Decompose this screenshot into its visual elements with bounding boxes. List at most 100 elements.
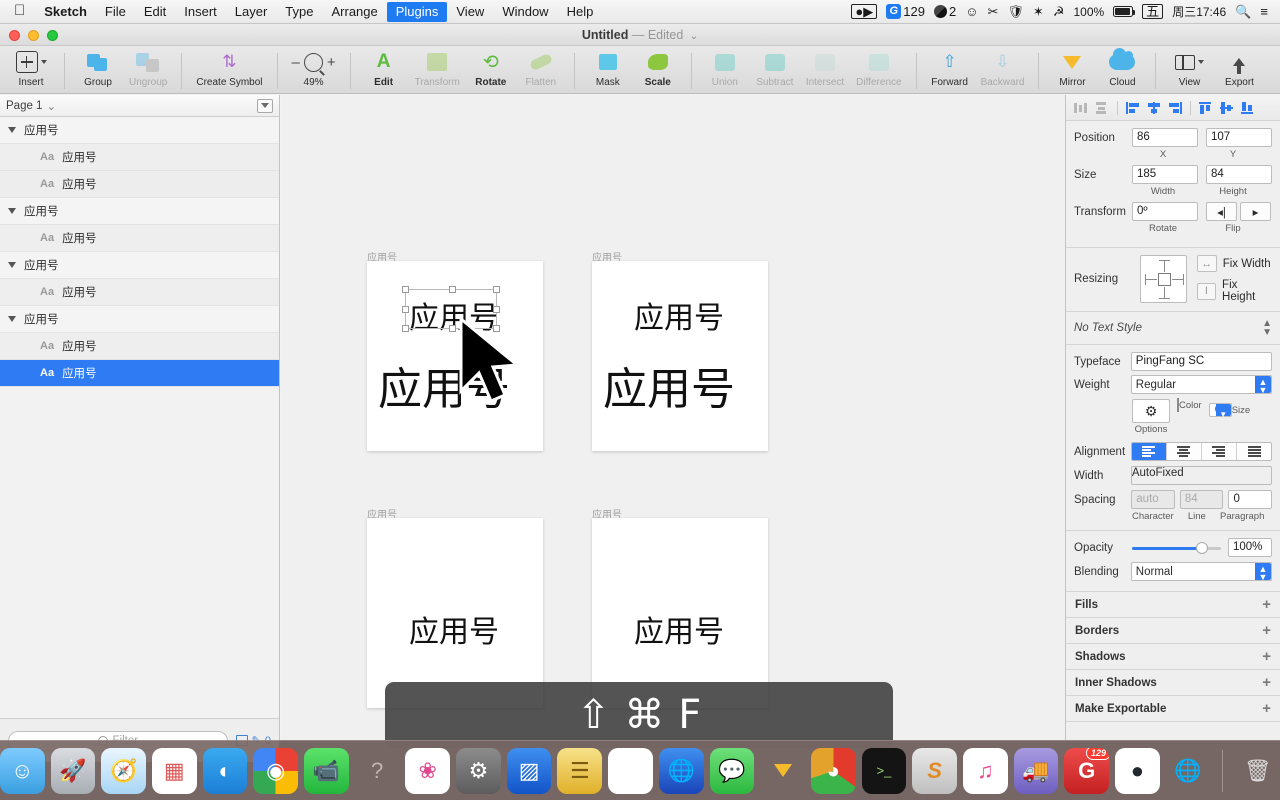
character-spacing-input[interactable]: auto <box>1131 490 1175 509</box>
toolbar-insert[interactable]: Insert <box>6 49 56 88</box>
dock-item-facetime[interactable]: 📹 <box>304 747 349 794</box>
menu-edit[interactable]: Edit <box>135 2 175 22</box>
distribute-vertically-icon[interactable] <box>1093 99 1111 116</box>
section-fills[interactable]: Fills + <box>1066 592 1280 618</box>
layer-filter-toggle-icon[interactable] <box>257 98 273 113</box>
menu-view[interactable]: View <box>447 2 493 22</box>
layer-row-artboard[interactable]: 应用号 <box>0 252 279 279</box>
font-size-input[interactable]: 60 ▼ <box>1208 403 1232 419</box>
dock-item-cloud-app[interactable]: ◐ <box>202 747 248 794</box>
add-export-icon[interactable]: + <box>1262 701 1271 716</box>
flip-vertical-icon[interactable]: ▸ <box>1240 202 1271 221</box>
toolbar-edit[interactable]: A Edit <box>359 49 409 88</box>
align-vertical-center-icon[interactable] <box>1218 99 1236 116</box>
dock-item-globe-app[interactable]: 🌐 <box>658 747 704 794</box>
width-fixed-button[interactable]: Fixed <box>1156 467 1184 484</box>
toolbar-transform[interactable]: Transform <box>409 49 466 88</box>
moon-status-item[interactable]: 2 <box>933 4 956 19</box>
resize-handle[interactable] <box>402 286 409 293</box>
fix-width-row[interactable]: ↔ Fix Width <box>1196 255 1272 272</box>
toolbar-export[interactable]: Export <box>1214 49 1264 88</box>
artboard-text-layer[interactable]: 应用号 <box>409 607 499 651</box>
weight-select[interactable]: Regular ▲ ▼ <box>1130 375 1272 395</box>
section-borders[interactable]: Borders + <box>1066 618 1280 644</box>
zoom-in-button[interactable]: + <box>327 54 336 71</box>
zoom-out-button[interactable]: – <box>292 54 300 71</box>
dock-item-gravity-app[interactable]: G 129 <box>1064 747 1110 794</box>
align-horizontal-center-icon[interactable] <box>1145 99 1163 116</box>
canvas-area[interactable]: 应用号 应用号 应用号 应用号 应用号 应用号 应用号 应用号 应用号 应用号 <box>281 95 1065 740</box>
menu-help[interactable]: Help <box>558 2 603 22</box>
font-size-control[interactable]: 60 ▼ Size <box>1208 399 1250 435</box>
dock-item-sketch[interactable] <box>760 748 805 794</box>
toolbar-ungroup[interactable]: Ungroup <box>123 49 173 88</box>
artboard[interactable]: 应用号 <box>592 518 768 708</box>
close-button[interactable] <box>9 30 20 41</box>
layer-row-text[interactable]: Aa 应用号 <box>0 171 279 198</box>
rotate-input[interactable]: 0º <box>1132 202 1198 221</box>
options-control[interactable]: ⚙ Options <box>1132 399 1170 435</box>
align-text-center-button[interactable] <box>1166 443 1202 460</box>
dock-item-photos[interactable]: ❀ <box>405 747 451 794</box>
paragraph-spacing-input[interactable]: 0 <box>1228 490 1273 509</box>
gravity-status-item[interactable]: G 129 <box>886 4 925 19</box>
section-shadows[interactable]: Shadows + <box>1066 644 1280 670</box>
align-bottom-icon[interactable] <box>1239 99 1257 116</box>
layer-row-text[interactable]: Aa 应用号 <box>0 144 279 171</box>
dock-item-trash[interactable]: 🗑 <box>1235 748 1280 794</box>
toolbar-mask[interactable]: Mask <box>583 49 633 88</box>
notification-center-icon[interactable]: ≡ <box>1260 4 1268 19</box>
toolbar-backward[interactable]: ⇩ Backward <box>975 49 1031 88</box>
menu-arrange[interactable]: Arrange <box>322 2 386 22</box>
menu-file[interactable]: File <box>96 2 135 22</box>
align-text-right-button[interactable] <box>1201 443 1237 460</box>
add-shadow-icon[interactable]: + <box>1262 649 1271 664</box>
layer-list[interactable]: 应用号 Aa 应用号 Aa 应用号 应用号 Aa 应用号 应用号 Aa 应用号 … <box>0 117 279 718</box>
flip-horizontal-icon[interactable]: ◂| <box>1206 202 1237 221</box>
battery-percent[interactable]: 100% <box>1073 5 1104 19</box>
toolbar-rotate[interactable]: ⟲ Rotate <box>466 49 516 89</box>
dock-item-truck-app[interactable]: 🚚 <box>1013 747 1059 794</box>
dock-item-wechat[interactable]: 💬 <box>709 747 755 794</box>
add-border-icon[interactable]: + <box>1262 623 1271 638</box>
battery-charging-icon[interactable] <box>1113 6 1136 17</box>
toolbar-forward[interactable]: ⇧ Forward <box>925 49 975 88</box>
minimize-button[interactable] <box>28 30 39 41</box>
layer-row-text[interactable]: Aa 应用号 <box>0 279 279 306</box>
dock-item-finder[interactable]: ☺ <box>0 747 45 794</box>
scissors-icon[interactable]: ✂ <box>987 4 998 20</box>
artboard-text-layer[interactable]: 应用号 <box>634 607 724 651</box>
toolbar-flatten[interactable]: Flatten <box>516 49 566 88</box>
layer-row-text-selected[interactable]: Aa 应用号 <box>0 360 279 387</box>
dock-item-preview[interactable]: 🖻 <box>608 747 653 794</box>
position-y-input[interactable]: 107 <box>1206 128 1272 147</box>
maximize-button[interactable] <box>47 30 58 41</box>
layer-row-artboard[interactable]: 应用号 <box>0 117 279 144</box>
menu-layer[interactable]: Layer <box>226 2 277 22</box>
toolbar-union[interactable]: Union <box>700 49 750 88</box>
dock-item-network-app[interactable]: 🌐 <box>1166 748 1211 794</box>
dock-item-github[interactable]: ● <box>1115 747 1160 794</box>
dock-item-app-grid[interactable]: ▦ <box>151 747 197 794</box>
opacity-slider[interactable] <box>1132 541 1221 554</box>
resize-handle[interactable] <box>493 286 500 293</box>
zoom-icon[interactable] <box>303 52 323 72</box>
resizing-pad[interactable] <box>1140 255 1187 303</box>
dock-item-keynote[interactable]: ▨ <box>506 747 552 794</box>
apple-logo-icon[interactable]:  <box>6 2 35 21</box>
section-make-exportable[interactable]: Make Exportable + <box>1066 696 1280 722</box>
toolbar-view[interactable]: View <box>1164 49 1214 88</box>
toolbar-group[interactable]: Group <box>73 49 123 88</box>
menu-window[interactable]: Window <box>493 2 557 22</box>
toolbar-subtract[interactable]: Subtract <box>750 49 800 88</box>
fix-height-row[interactable]: I Fix Height <box>1196 279 1272 303</box>
dock-item-sublime-text[interactable]: S <box>912 747 957 794</box>
line-spacing-input[interactable]: 84 <box>1179 490 1224 509</box>
dock-item-safari[interactable]: 🧭 <box>101 747 146 794</box>
artboard-text-layer[interactable]: 应用号 <box>634 293 724 337</box>
toolbar-zoom[interactable]: – + 49% <box>286 49 342 88</box>
toolbar-mirror[interactable]: Mirror <box>1047 49 1097 88</box>
page-selector-bar[interactable]: Page 1 ⌄ <box>0 95 279 117</box>
dock-item-system-preferences[interactable]: ⚙ <box>456 747 501 794</box>
add-inner-shadow-icon[interactable]: + <box>1262 675 1271 690</box>
